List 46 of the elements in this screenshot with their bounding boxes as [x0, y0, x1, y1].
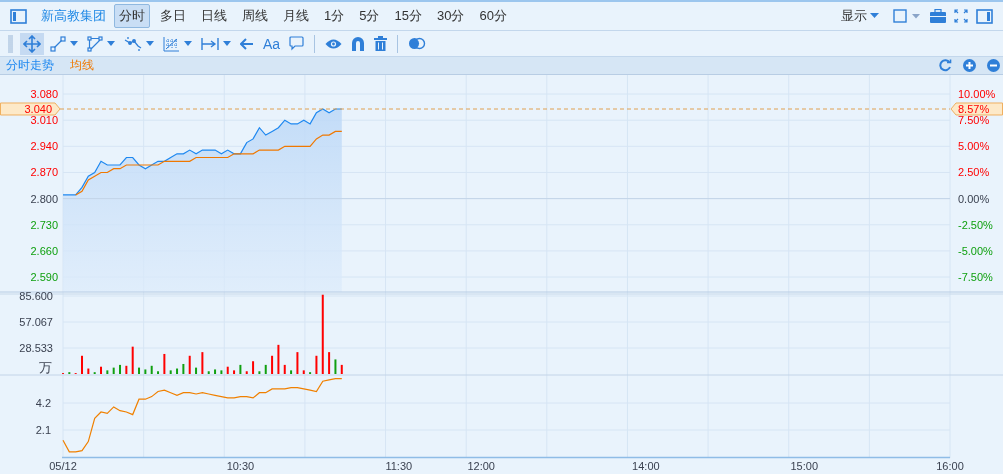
axis-label: 7.50% — [958, 114, 990, 127]
period-tab[interactable]: 分时 — [114, 4, 150, 28]
axis-label: -2.50% — [958, 218, 993, 231]
axis-label: 2.940 — [30, 140, 58, 153]
time-label: 14:00 — [632, 460, 660, 472]
time-label: 16:00 — [936, 460, 964, 472]
volume-unit: 万 — [39, 360, 52, 375]
axis-label: 57.067 — [19, 316, 53, 328]
time-label: 10:30 — [226, 460, 255, 472]
axis-label: 28.533 — [19, 342, 53, 354]
axis-label: 85.600 — [19, 290, 53, 302]
axis-label: 2.1 — [35, 424, 51, 436]
axis-label: 10.00% — [958, 88, 996, 101]
axis-label: 2.590 — [30, 271, 58, 284]
axis-label: 5.00% — [958, 140, 990, 153]
period-tab[interactable]: 周线 — [237, 4, 273, 28]
time-label: 12:00 — [467, 460, 495, 472]
period-tab[interactable]: 1分 — [319, 4, 350, 28]
axis-label: 2.730 — [30, 218, 58, 231]
axis-label: 3.010 — [30, 114, 58, 127]
change-percent-tag: 8.57% — [950, 102, 1003, 116]
axis-label: 4.2 — [35, 397, 51, 409]
axis-label: 2.870 — [30, 166, 58, 179]
period-tab[interactable]: 多日 — [155, 4, 191, 28]
time-label: 05/12 — [49, 460, 77, 472]
axis-label: 0.00% — [958, 192, 990, 205]
legend-label: 分时走势 — [6, 57, 54, 74]
period-tab[interactable]: 5分 — [354, 4, 385, 28]
text-tool[interactable]: Aa — [260, 32, 284, 55]
period-tab[interactable]: 60分 — [474, 4, 512, 28]
axis-label: 2.50% — [958, 166, 990, 179]
display-menu[interactable]: 显示 — [841, 7, 879, 25]
axis-label: -7.50% — [958, 271, 993, 284]
period-tab[interactable]: 30分 — [431, 4, 470, 28]
period-tab[interactable]: 月线 — [278, 4, 314, 28]
axis-label: -5.00% — [958, 244, 993, 257]
period-tab[interactable]: 日线 — [196, 4, 232, 28]
axis-label: 2.800 — [30, 192, 58, 205]
period-tab[interactable]: 15分 — [389, 4, 427, 28]
time-label: 15:00 — [790, 460, 819, 472]
current-price-tag: 3.040 — [0, 102, 61, 116]
time-label: 11:30 — [385, 460, 413, 472]
axis-label: 3.080 — [30, 88, 58, 101]
ref-line-label: 3.040 — [24, 102, 52, 115]
legend-label: 均线 — [70, 57, 94, 74]
axis-label: 2.660 — [30, 244, 58, 257]
